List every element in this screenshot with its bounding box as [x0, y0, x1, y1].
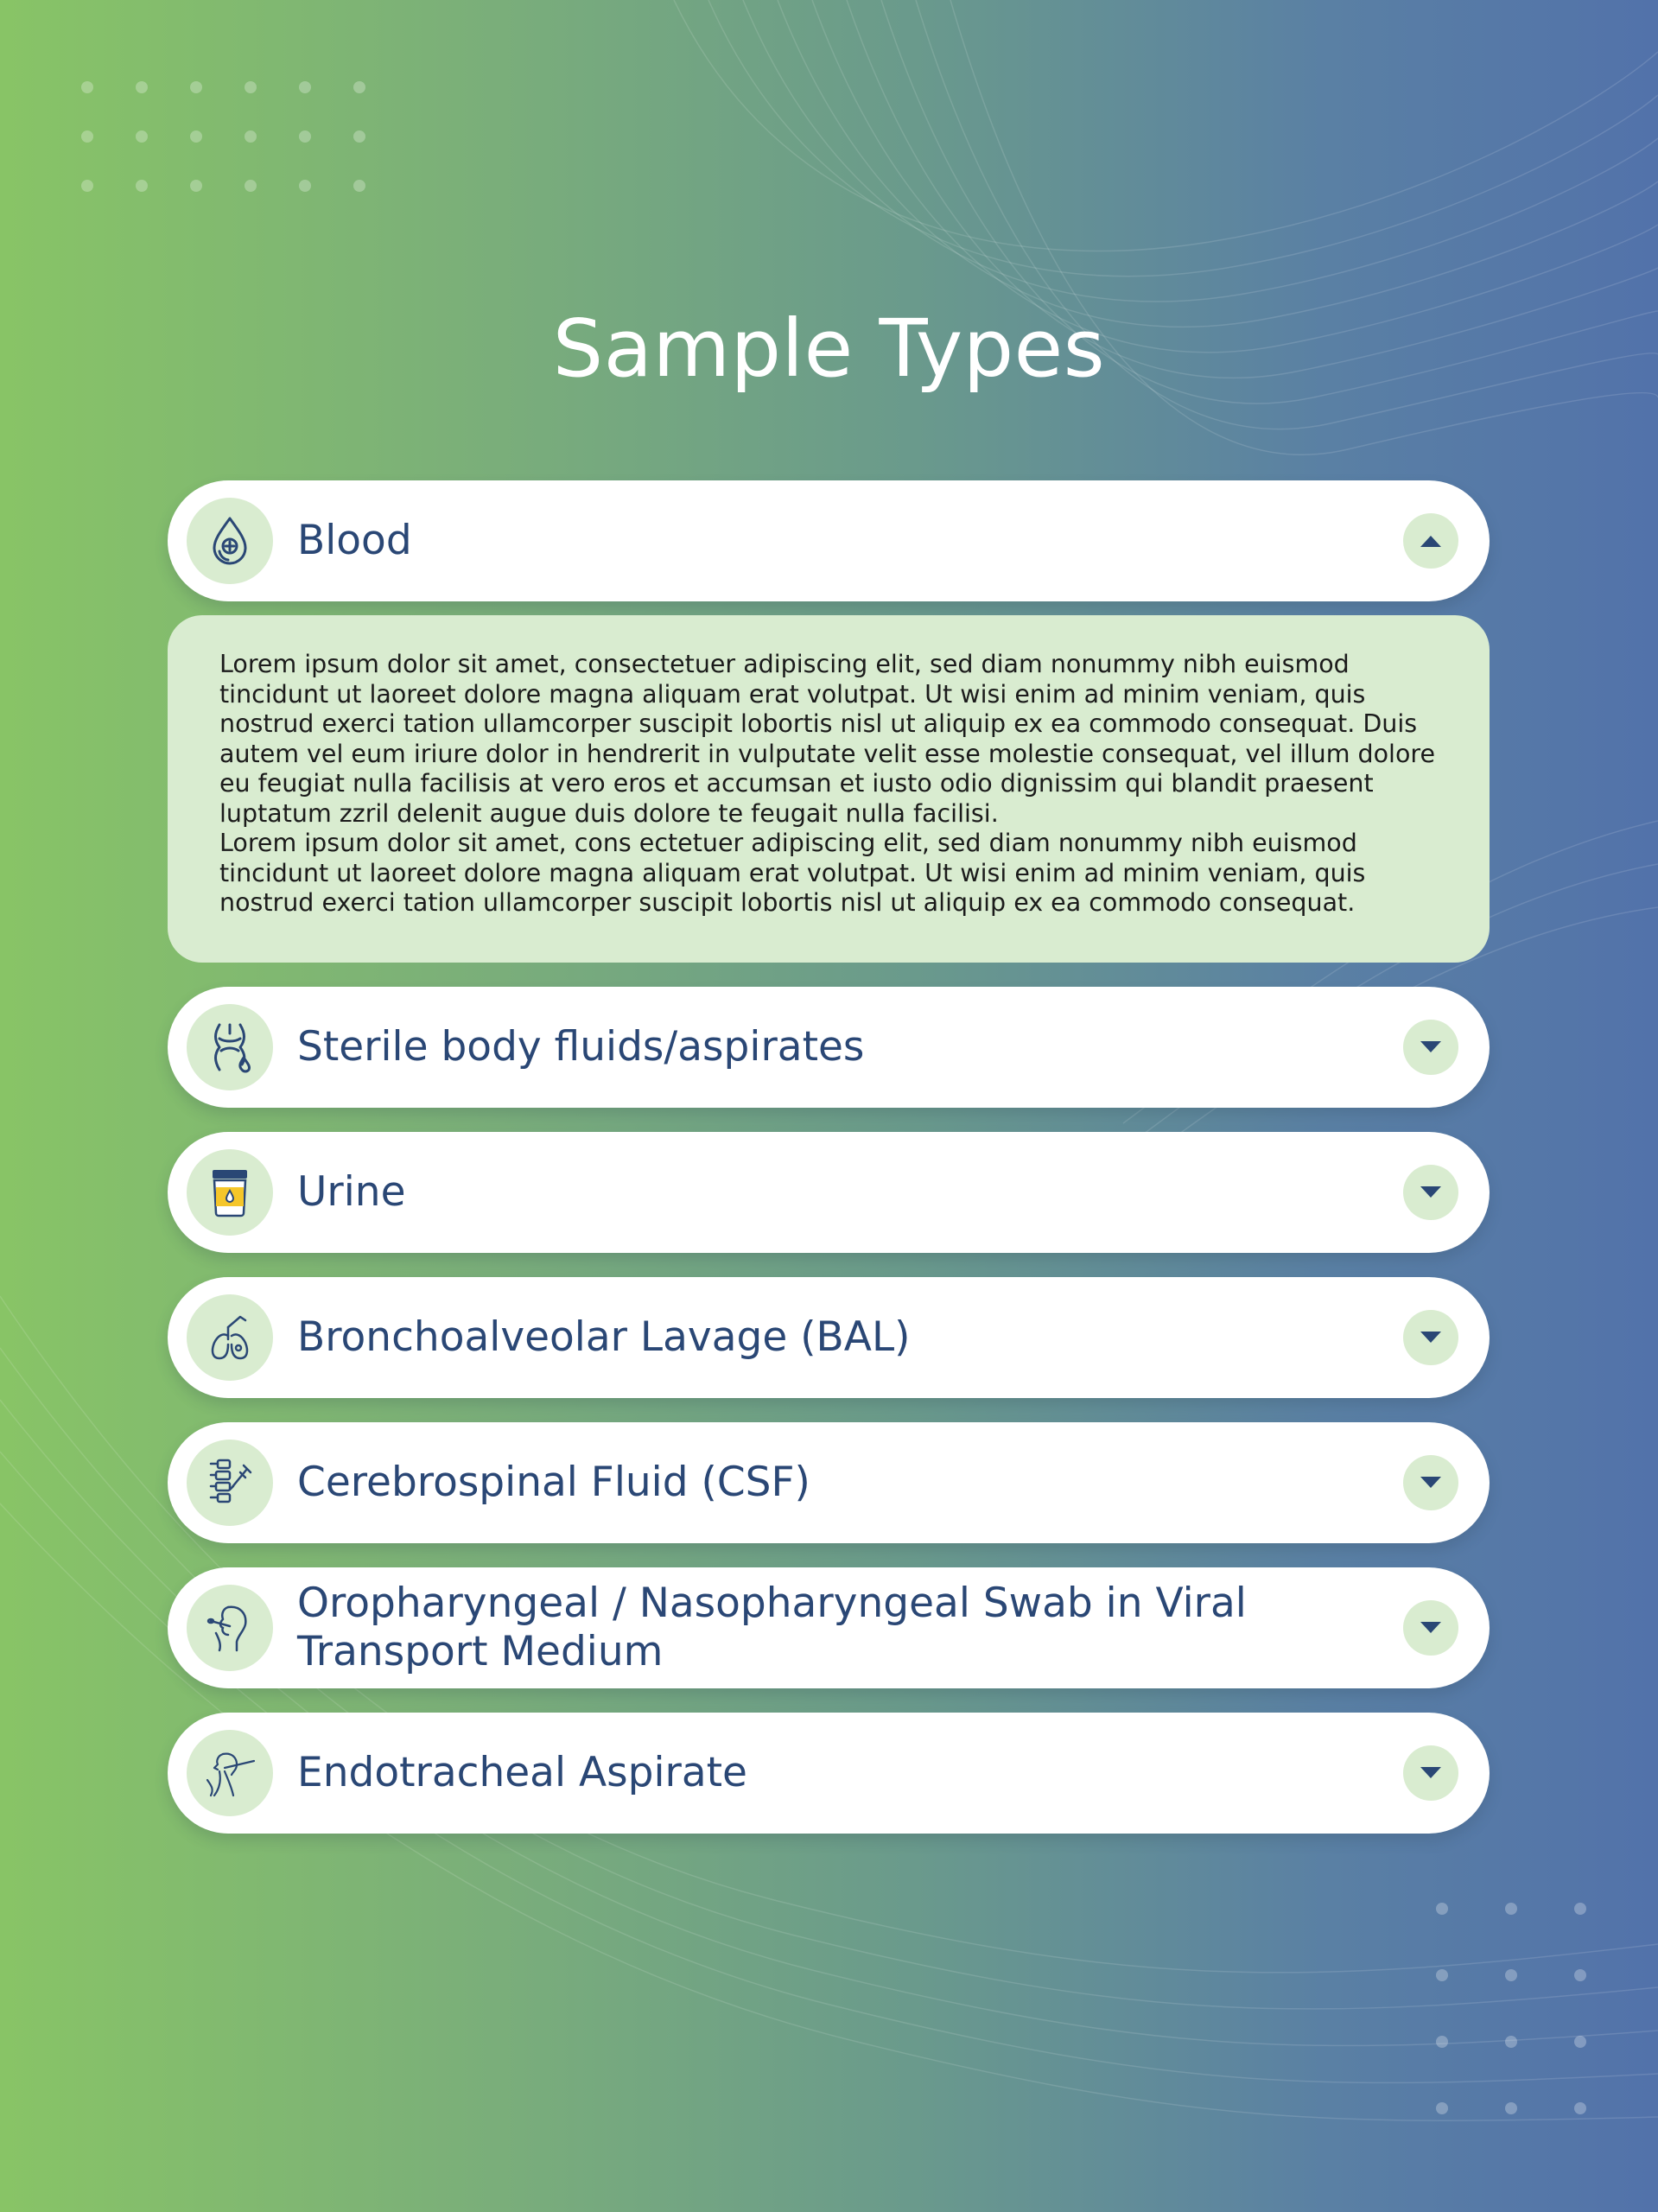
chevron-up-icon[interactable]	[1403, 513, 1458, 569]
accordion-item-label: Bronchoalveolar Lavage (BAL)	[297, 1313, 911, 1361]
spine-syringe-icon	[187, 1440, 273, 1526]
accordion-item-urine[interactable]: Urine	[168, 1132, 1490, 1253]
chevron-down-icon[interactable]	[1403, 1745, 1458, 1801]
chevron-down-icon[interactable]	[1403, 1455, 1458, 1510]
chevron-down-icon[interactable]	[1403, 1020, 1458, 1075]
accordion-item-label: Endotracheal Aspirate	[297, 1749, 747, 1796]
chevron-down-icon[interactable]	[1403, 1165, 1458, 1220]
decorative-dots-top-left	[81, 81, 365, 192]
accordion-item-endotracheal[interactable]: Endotracheal Aspirate	[168, 1713, 1490, 1834]
accordion-item-csf[interactable]: Cerebrospinal Fluid (CSF)	[168, 1422, 1490, 1543]
accordion-item-sterile-body-fluids[interactable]: Sterile body fluids/aspirates	[168, 987, 1490, 1108]
intubation-icon	[187, 1730, 273, 1816]
accordion-item-label: Cerebrospinal Fluid (CSF)	[297, 1459, 810, 1506]
accordion-panel-blood: Lorem ipsum dolor sit amet, consectetuer…	[168, 615, 1490, 963]
accordion-item-label: Oropharyngeal / Nasopharyngeal Swab in V…	[297, 1580, 1247, 1675]
accordion-item-blood[interactable]: Blood	[168, 480, 1490, 601]
urine-cup-icon	[187, 1149, 273, 1236]
panel-paragraph: Lorem ipsum dolor sit amet, cons ectetue…	[219, 829, 1366, 917]
lungs-icon	[187, 1294, 273, 1381]
chevron-down-icon[interactable]	[1403, 1310, 1458, 1365]
accordion-item-label: Sterile body fluids/aspirates	[297, 1023, 865, 1071]
body-fluid-icon	[187, 1004, 273, 1090]
chevron-down-icon[interactable]	[1403, 1600, 1458, 1656]
accordion-item-label: Blood	[297, 517, 412, 564]
accordion-item-bal[interactable]: Bronchoalveolar Lavage (BAL)	[168, 1277, 1490, 1398]
panel-paragraph: Lorem ipsum dolor sit amet, consectetuer…	[219, 650, 1436, 828]
throat-swab-icon	[187, 1585, 273, 1671]
blood-drop-icon	[187, 498, 273, 584]
page-title: Sample Types	[552, 302, 1106, 395]
accordion-item-swab[interactable]: Oropharyngeal / Nasopharyngeal Swab in V…	[168, 1567, 1490, 1688]
accordion-item-label: Urine	[297, 1168, 406, 1216]
decorative-dots-bottom-right	[1436, 1903, 1586, 2114]
